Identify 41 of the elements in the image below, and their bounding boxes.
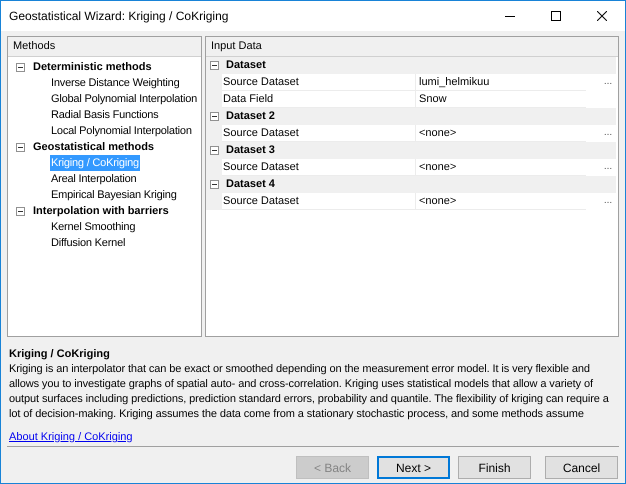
tree-item[interactable]: Local Polynomial Interpolation bbox=[50, 122, 193, 140]
property-value[interactable]: lumi_helmikuu bbox=[416, 74, 586, 91]
category-label: Dataset 3 bbox=[226, 143, 275, 158]
property-name: Source Dataset bbox=[222, 74, 416, 91]
tree-item[interactable]: Global Polynomial Interpolation bbox=[50, 90, 198, 108]
wizard-button[interactable]: Finish bbox=[458, 456, 531, 479]
maximize-icon bbox=[551, 11, 561, 21]
tree-group[interactable]: Interpolation with barriers bbox=[33, 202, 169, 220]
collapse-icon[interactable] bbox=[210, 112, 219, 121]
collapse-icon[interactable] bbox=[16, 142, 25, 152]
browse-button[interactable]: ... bbox=[600, 125, 616, 141]
category-label: Dataset 4 bbox=[226, 177, 275, 192]
collapse-icon[interactable] bbox=[16, 206, 25, 216]
description-text: Kriging is an interpolator that can be exact or smoothed depending on the measurement error model. It is very flexible and allows you to investigate graphs of spatial auto- and cross-correlation. Kriging uses statistical models that allow a variety of output surfaces including predictions, prediction standard errors, probability and quantile. The flexibility of kriging can require a lot of decision-making. Kriging assumes the data come from a stationary stochastic process, and some methods assume bbox=[9, 362, 610, 422]
tree-item[interactable]: Inverse Distance Weighting bbox=[50, 74, 180, 92]
tree-group[interactable]: Geostatistical methods bbox=[33, 138, 154, 156]
description-title: Kriging / CoKriging bbox=[9, 347, 111, 361]
browse-button[interactable]: ... bbox=[600, 193, 616, 209]
wizard-button[interactable]: Cancel bbox=[545, 456, 618, 479]
help-link[interactable]: About Kriging / CoKriging bbox=[9, 430, 133, 444]
window-title: Geostatistical Wizard: Kriging / CoKriging bbox=[8, 8, 230, 25]
panel-header: Input Data bbox=[206, 37, 618, 57]
tree-group[interactable]: Deterministic methods bbox=[33, 58, 152, 76]
tree-item[interactable]: Radial Basis Functions bbox=[50, 106, 160, 124]
browse-button[interactable]: ... bbox=[600, 159, 616, 175]
browse-button[interactable]: ... bbox=[600, 74, 616, 90]
wizard-button[interactable]: Next > bbox=[377, 456, 450, 479]
collapse-icon[interactable] bbox=[210, 146, 219, 155]
category-label: Dataset bbox=[226, 58, 266, 74]
collapse-icon[interactable] bbox=[210, 61, 219, 70]
tree-item[interactable]: Empirical Bayesian Kriging bbox=[50, 186, 178, 204]
tree-item[interactable]: Areal Interpolation bbox=[50, 170, 138, 188]
panel-header: Methods bbox=[8, 37, 201, 57]
collapse-icon[interactable] bbox=[16, 62, 25, 72]
property-value[interactable]: <none> bbox=[416, 193, 586, 210]
property-name: Source Dataset bbox=[222, 193, 416, 210]
tree-item[interactable]: Kernel Smoothing bbox=[50, 218, 136, 236]
collapse-icon[interactable] bbox=[210, 180, 219, 189]
category-label: Dataset 2 bbox=[226, 109, 275, 124]
close-icon bbox=[597, 11, 607, 21]
tree-item[interactable]: Diffusion Kernel bbox=[50, 234, 126, 252]
